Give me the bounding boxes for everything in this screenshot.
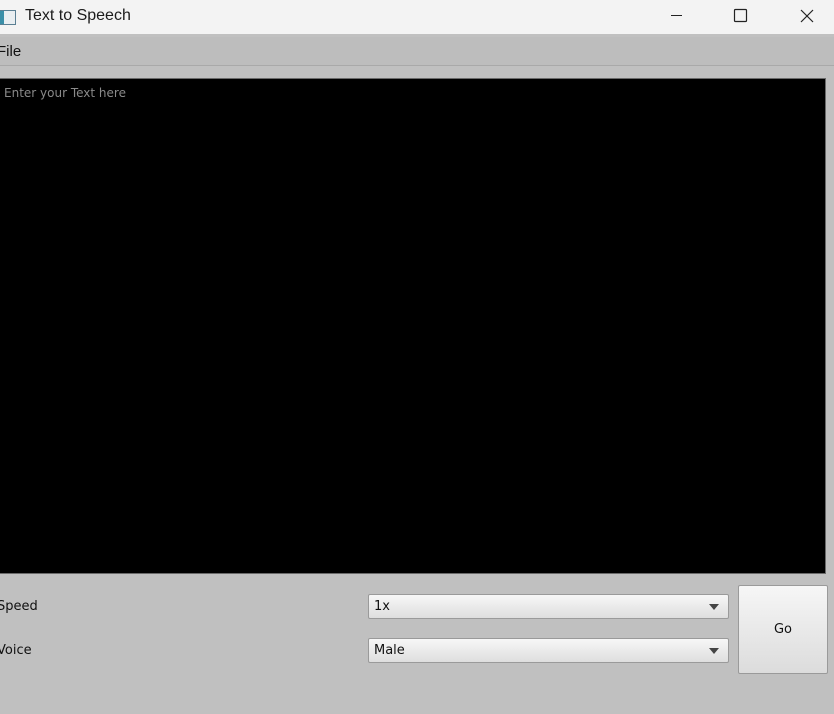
minimize-icon	[671, 15, 682, 16]
chevron-down-icon	[709, 648, 719, 654]
go-button[interactable]: Go	[738, 585, 828, 674]
title-bar: Text to Speech	[0, 0, 834, 34]
speed-select-value: 1x	[374, 599, 390, 614]
maximize-button[interactable]	[717, 0, 763, 34]
voice-label: Voice	[0, 643, 32, 658]
window-title: Text to Speech	[25, 7, 131, 24]
menu-file[interactable]: File	[0, 43, 21, 60]
minimize-button[interactable]	[653, 0, 699, 34]
chevron-down-icon	[709, 604, 719, 610]
text-input-placeholder: Enter your Text here	[4, 86, 126, 100]
go-button-label: Go	[773, 622, 793, 637]
voice-select[interactable]: Male	[368, 638, 729, 663]
close-button[interactable]	[784, 0, 830, 34]
speed-select[interactable]: 1x	[368, 594, 729, 619]
menu-bar: File	[0, 37, 834, 66]
text-input-area[interactable]: Enter your Text here	[0, 78, 826, 574]
maximize-icon	[733, 8, 748, 23]
voice-select-value: Male	[374, 643, 405, 658]
speed-label: Speed	[0, 599, 38, 614]
app-window-icon	[0, 10, 16, 25]
close-icon	[800, 9, 814, 23]
